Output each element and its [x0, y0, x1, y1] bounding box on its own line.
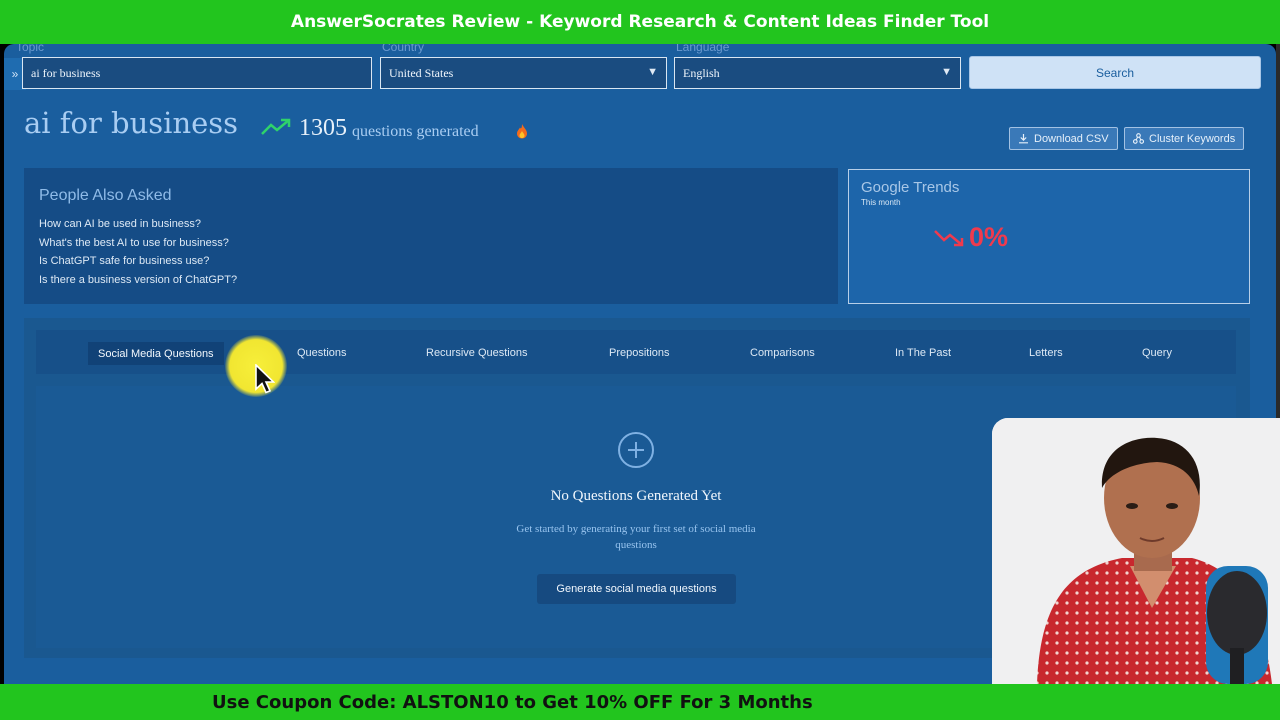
language-select[interactable]: English ▼	[674, 57, 961, 89]
search-button-label: Search	[1095, 65, 1135, 80]
tab-prepositions[interactable]: Prepositions	[609, 343, 670, 363]
language-label: Language	[676, 44, 730, 54]
search-button[interactable]: Search	[969, 56, 1261, 89]
chevron-down-icon: ▼	[941, 66, 952, 78]
fire-icon	[517, 124, 527, 139]
trending-up-icon	[261, 118, 291, 135]
country-select-value: United States	[389, 65, 454, 80]
people-also-asked-list: How can AI be used in business? What's t…	[39, 217, 237, 291]
cluster-keywords-button[interactable]: Cluster Keywords	[1124, 127, 1245, 150]
google-trends-period: This month	[861, 198, 901, 207]
download-csv-label: Download CSV	[1034, 132, 1109, 145]
country-label: Country	[382, 44, 425, 54]
topic-input[interactable]: ai for business	[22, 57, 372, 89]
topic-label: Topic	[16, 44, 45, 54]
people-also-asked-heading: People Also Asked	[39, 187, 172, 204]
bottom-banner-text: Use Coupon Code: ALSTON10 to Get 10% OFF…	[212, 691, 813, 713]
tab-query[interactable]: Query	[1142, 343, 1172, 363]
chevron-down-icon: ▼	[647, 66, 658, 78]
tab-social-media-questions[interactable]: Social Media Questions	[88, 342, 224, 365]
trending-down-icon	[934, 230, 964, 247]
question-count-suffix: questions generated	[352, 123, 479, 140]
mouse-cursor-icon	[255, 364, 275, 394]
tab-recursive-questions[interactable]: Recursive Questions	[426, 343, 528, 363]
empty-state-description: Get started by generating your first set…	[516, 523, 756, 551]
google-trends-value: 0%	[969, 222, 1009, 252]
bottom-banner: Use Coupon Code: ALSTON10 to Get 10% OFF…	[0, 684, 1280, 720]
cluster-keywords-label: Cluster Keywords	[1149, 132, 1236, 145]
top-banner: AnswerSocrates Review - Keyword Research…	[0, 0, 1280, 44]
paa-question[interactable]: How can AI be used in business?	[39, 217, 237, 236]
language-select-value: English	[683, 65, 720, 80]
tab-letters[interactable]: Letters	[1029, 343, 1063, 363]
add-circle-icon	[618, 432, 654, 468]
double-chevron-right-icon: »	[11, 67, 19, 81]
top-banner-text: AnswerSocrates Review - Keyword Research…	[290, 12, 990, 32]
paa-question[interactable]: What's the best AI to use for business?	[39, 236, 237, 255]
download-csv-button[interactable]: Download CSV	[1009, 127, 1118, 150]
topic-input-value: ai for business	[31, 65, 101, 80]
country-select[interactable]: United States ▼	[380, 57, 667, 89]
tab-questions[interactable]: Questions	[297, 343, 347, 363]
paa-question[interactable]: Is ChatGPT safe for business use?	[39, 254, 237, 273]
generate-questions-button[interactable]: Generate social media questions	[537, 574, 736, 604]
keyword-title: ai for business	[24, 106, 239, 140]
presenter-photo	[992, 418, 1280, 684]
question-type-tabs: Social Media Questions Questions Recursi…	[36, 330, 1236, 374]
download-icon	[1019, 134, 1028, 144]
google-trends-title: Google Trends	[861, 179, 960, 196]
tab-comparisons[interactable]: Comparisons	[750, 343, 815, 363]
presenter-webcam	[992, 418, 1280, 684]
google-trends-card: Google Trends This month 0%	[848, 169, 1250, 304]
tab-in-the-past[interactable]: In The Past	[895, 343, 951, 363]
cluster-icon	[1133, 133, 1144, 144]
paa-question[interactable]: Is there a business version of ChatGPT?	[39, 273, 237, 292]
generate-questions-label: Generate social media questions	[556, 583, 717, 595]
people-also-asked-panel: People Also Asked How can AI be used in …	[24, 168, 838, 304]
question-count: 1305	[299, 115, 347, 141]
